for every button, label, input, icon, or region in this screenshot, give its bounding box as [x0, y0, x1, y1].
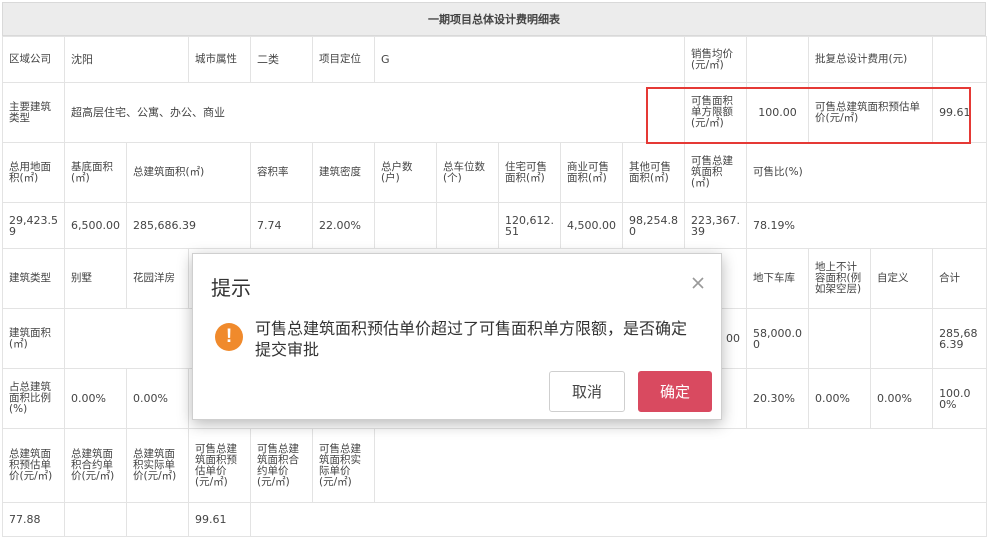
header-cell: 容积率 — [250, 142, 313, 203]
table-row: 主要建筑类型 超高层住宅、公寓、办公、商业 可售面积单方限额(元/㎡) 100.… — [2, 82, 988, 143]
value-cell: 22.00% — [312, 202, 375, 249]
region-value: 沈阳 — [64, 36, 189, 83]
value-cell: 100.00% — [932, 368, 988, 429]
unit-limit-label: 可售面积单方限额(元/㎡) — [684, 82, 748, 143]
dialog-message: 可售总建筑面积预估单价超过了可售面积单方限额，是否确定提交审批 — [255, 319, 688, 359]
header-cell: 总用地面积(㎡) — [2, 142, 65, 203]
header-cell: 建筑密度 — [312, 142, 375, 203]
position-label: 项目定位 — [312, 36, 375, 83]
total-label: 合计 — [932, 248, 988, 309]
header-cell: 总建筑面积合约单价(元/㎡) — [64, 428, 127, 503]
confirm-button[interactable]: 确定 — [638, 371, 712, 412]
header-cell: 可售比(%) — [746, 142, 988, 203]
close-icon[interactable] — [689, 274, 707, 292]
table-title: 一期项目总体设计费明细表 — [2, 2, 986, 36]
table-row: 总建筑面积预估单价(元/㎡) 总建筑面积合约单价(元/㎡) 总建筑面积实际单价(… — [2, 428, 988, 503]
custom-label: 自定义 — [870, 248, 934, 309]
city-value: 二类 — [250, 36, 313, 83]
region-label: 区域公司 — [2, 36, 65, 83]
value-cell: 58,000.00 — [746, 308, 810, 369]
area-label: 建筑面积(㎡) — [2, 308, 65, 369]
table-row: 总用地面积(㎡) 基底面积(㎡) 总建筑面积(㎡) 容积率 建筑密度 总户数(户… — [2, 142, 988, 203]
table-row: 77.88 99.61 — [2, 502, 988, 537]
header-cell: 可售总建筑面积预估单价(元/㎡) — [188, 428, 251, 503]
avg-price-label: 销售均价(元/㎡) — [684, 36, 748, 83]
value-cell: 98,254.80 — [621, 202, 686, 249]
value-cell: 99.61 — [188, 502, 251, 537]
value-cell — [870, 308, 934, 369]
building-type-label: 建筑类型 — [2, 248, 65, 309]
approved-fee-label: 批复总设计费用(元) — [808, 36, 934, 83]
value-cell — [436, 202, 499, 249]
table-row: 区域公司 沈阳 城市属性 二类 项目定位 G 销售均价(元/㎡) 批复总设计费用… — [2, 36, 988, 83]
header-cell: 可售总建筑面积实际单价(元/㎡) — [312, 428, 375, 503]
header-cell: 可售总建筑面积(㎡) — [684, 142, 748, 203]
header-cell: 可售总建筑面积合约单价(元/㎡) — [250, 428, 313, 503]
est-unit-price-label: 可售总建筑面积预估单价(元/㎡) — [808, 82, 934, 143]
value-cell: 285,686.39 — [932, 308, 988, 369]
villa-label: 别墅 — [64, 248, 127, 309]
confirm-dialog: 提示 ! 可售总建筑面积预估单价超过了可售面积单方限额，是否确定提交审批 取消 … — [192, 253, 722, 420]
value-cell: 0.00% — [64, 368, 127, 429]
value-cell: 78.19% — [746, 202, 988, 249]
position-value: G — [373, 36, 686, 83]
value-cell: 4,500.00 — [560, 202, 623, 249]
header-cell: 商业可售面积(㎡) — [560, 142, 623, 203]
uncounted-label: 地上不计容面积(例如架空层) — [808, 248, 872, 309]
est-unit-price-value: 99.61 — [932, 82, 988, 143]
header-cell: 总车位数(个) — [436, 142, 499, 203]
table-row: 29,423.59 6,500.00 285,686.39 7.74 22.00… — [2, 202, 988, 249]
header-cell: 住宅可售面积(㎡) — [498, 142, 561, 203]
value-cell — [374, 202, 437, 249]
value-cell: 285,686.39 — [126, 202, 251, 249]
header-cell: 基底面积(㎡) — [64, 142, 127, 203]
value-cell: 120,612.51 — [498, 202, 561, 249]
unit-limit-value: 100.00 — [746, 82, 810, 143]
dialog-title: 提示 — [211, 276, 251, 300]
city-label: 城市属性 — [188, 36, 251, 83]
garden-label: 花园洋房 — [126, 248, 189, 309]
avg-price-value — [746, 36, 810, 83]
value-cell: 29,423.59 — [2, 202, 65, 249]
header-cell: 总建筑面积(㎡) — [126, 142, 251, 203]
ratio-label: 占总建筑面积比例(%) — [2, 368, 65, 429]
value-cell: 0.00% — [126, 368, 189, 429]
value-cell: 223,367.39 — [684, 202, 748, 249]
header-cell: 其他可售面积(㎡) — [621, 142, 686, 203]
value-cell: 7.74 — [250, 202, 313, 249]
header-cell: 总建筑面积实际单价(元/㎡) — [126, 428, 189, 503]
building-type-label: 主要建筑类型 — [2, 82, 65, 143]
value-cell: 77.88 — [2, 502, 65, 537]
cancel-button[interactable]: 取消 — [549, 371, 625, 412]
value-cell: 6,500.00 — [64, 202, 127, 249]
approved-fee-value — [932, 36, 988, 83]
exclamation-circle-icon: ! — [215, 323, 243, 351]
value-cell: 0.00% — [808, 368, 872, 429]
value-cell — [808, 308, 872, 369]
header-cell: 总建筑面积预估单价(元/㎡) — [2, 428, 65, 503]
parking-label: 地下车库 — [746, 248, 810, 309]
building-type-value: 超高层住宅、公寓、办公、商业 — [63, 82, 686, 143]
value-cell: 0.00% — [870, 368, 934, 429]
value-cell: 20.30% — [746, 368, 810, 429]
header-cell: 总户数(户) — [374, 142, 437, 203]
